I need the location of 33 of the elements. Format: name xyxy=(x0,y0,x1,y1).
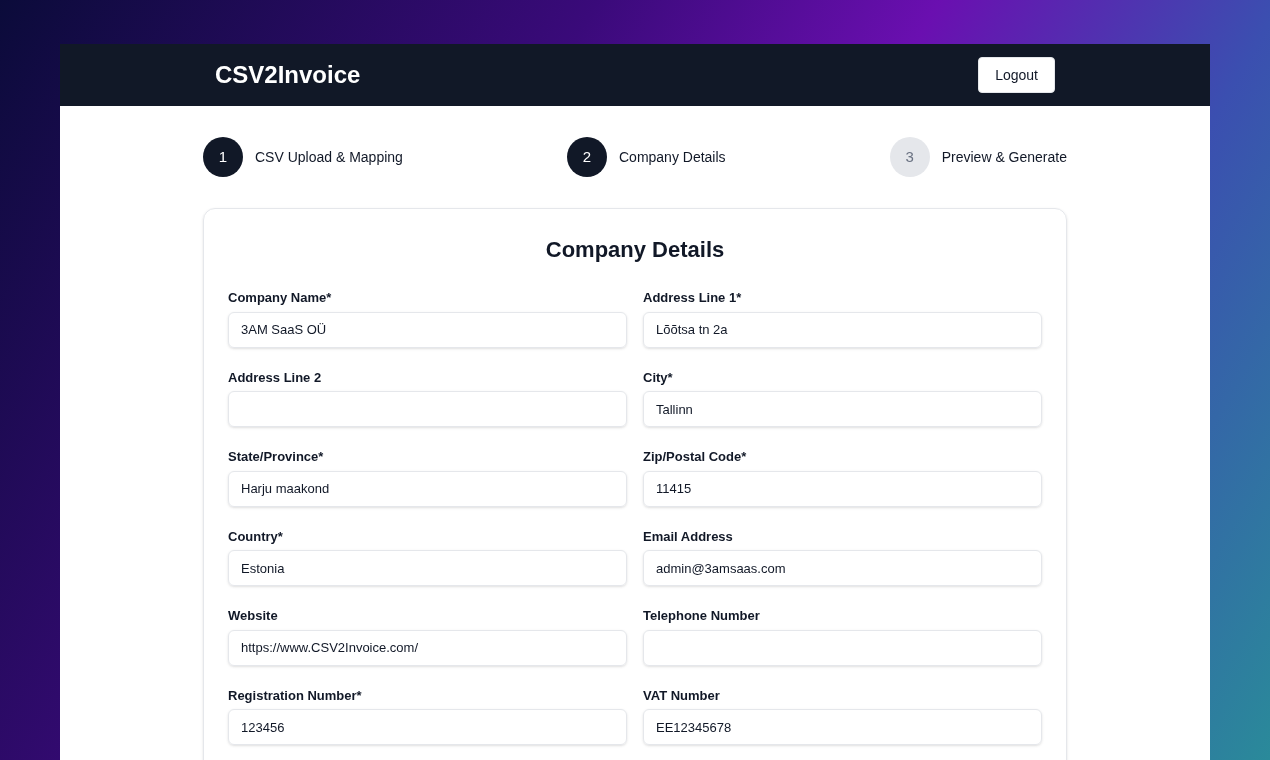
field-label: City* xyxy=(643,368,674,387)
field-label: Address Line 1* xyxy=(643,289,743,307)
form-title: Company Details xyxy=(544,236,726,264)
input-field[interactable]: admin@3amsaas.com xyxy=(643,550,1042,586)
step-number: 1 xyxy=(203,137,243,177)
step-number: 3 xyxy=(889,137,930,177)
field-label: Telephone Number xyxy=(643,607,761,625)
step-label: Preview & Generate xyxy=(941,147,1067,167)
field-label: State/Province* xyxy=(228,448,325,466)
field-label: Address Line 2 xyxy=(228,368,323,387)
input-field[interactable]: 3AM SaaS OÜ xyxy=(228,311,627,348)
input-field[interactable]: Tallinn xyxy=(643,391,1042,427)
field-label: Email Address xyxy=(643,527,734,546)
field-label: Company Name* xyxy=(228,289,333,307)
step-label: Company Details xyxy=(619,147,726,167)
input-field[interactable]: Estonia xyxy=(228,550,627,586)
brand-title: CSV2Invoice xyxy=(215,60,361,90)
step-number: 2 xyxy=(567,137,607,177)
input-field[interactable]: 123456 xyxy=(228,709,627,745)
field-label: Zip/Postal Code* xyxy=(643,448,748,466)
logout-button[interactable]: Logout xyxy=(978,57,1055,93)
field-label: VAT Number xyxy=(643,686,721,705)
input-field[interactable]: Lõõtsa tn 2a xyxy=(643,311,1042,348)
input-field[interactable]: 11415 xyxy=(643,470,1042,507)
input-field[interactable]: https://www.CSV2Invoice.com/ xyxy=(228,629,627,666)
input-field[interactable]: EE12345678 xyxy=(643,709,1042,745)
field-label: Registration Number* xyxy=(228,686,363,705)
input-field[interactable]: Harju maakond xyxy=(228,470,627,507)
step-label: CSV Upload & Mapping xyxy=(255,147,403,167)
field-label: Country* xyxy=(228,527,284,546)
field-label: Website xyxy=(228,607,279,625)
input-field[interactable] xyxy=(643,629,1042,666)
input-field[interactable] xyxy=(228,391,627,427)
